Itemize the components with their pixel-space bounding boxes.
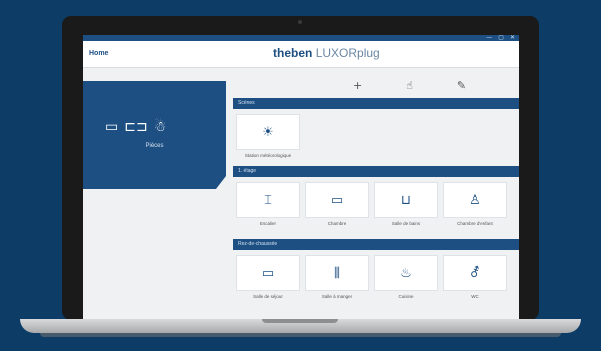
tile-chambre[interactable]: ▭ [305, 182, 369, 218]
tile-label-chambre: Chambre [327, 221, 347, 226]
laptop-shadow [40, 333, 561, 337]
section-header-scenes: Scènes [233, 98, 519, 109]
nav-icon-group: ▭ ⊏⊐ ☃ [105, 119, 166, 135]
bed-icon: ⊏⊐ [124, 119, 148, 135]
tile-label-weather-station: Station météorologique [244, 153, 292, 158]
tile-cuisine[interactable]: ♨ [374, 255, 438, 291]
tile-chambre-enfant[interactable]: ♙ [443, 182, 507, 218]
plus-icon[interactable]: + [353, 79, 362, 92]
tile-salle-a-manger[interactable]: ⫼ [305, 255, 369, 291]
tile-wc[interactable]: ⚦ [443, 255, 507, 291]
tv-icon: ▭ [261, 265, 275, 281]
cutlery-icon: ⫼ [334, 265, 340, 281]
wc-icon: ⚦ [469, 265, 481, 281]
nav-label: Pièces [145, 143, 164, 149]
bathtub-icon: ⊔ [400, 192, 412, 208]
staircase-icon: ⌶ [264, 192, 272, 208]
brand-product: LUXORplug [315, 46, 380, 60]
tile-label-salle-de-bains: Salle de bains [391, 221, 421, 226]
laptop-notch [262, 319, 338, 323]
brand-name: theben [273, 46, 313, 60]
tile-salle-de-bains[interactable]: ⊔ [374, 182, 438, 218]
section-header-ground-floor: Rez-de-chaussée [233, 239, 519, 250]
bed-icon: ▭ [330, 192, 344, 208]
tile-escalier[interactable]: ⌶ [236, 182, 300, 218]
main-content: ▭ ⊏⊐ ☃ Pièces + ☝ ✎ Scènes ☀ Station mét… [83, 68, 519, 321]
toolbar: + ☝ ✎ [353, 79, 466, 92]
brand-logo: theben LUXORplug [273, 46, 380, 60]
home-link[interactable]: Home [89, 50, 108, 57]
section-header-first-floor: 1. étage [233, 166, 519, 177]
tile-label-wc: WC [471, 294, 479, 299]
tv-icon: ▭ [105, 119, 119, 135]
tile-weather-station[interactable]: ☀ [236, 114, 300, 150]
kitchen-icon: ♨ [400, 265, 412, 281]
rooms-nav-panel[interactable]: ▭ ⊏⊐ ☃ Pièces [83, 81, 226, 189]
app-screen: — ▢ ✕ Home theben LUXORplug ▭ ⊏⊐ ☃ Pièce… [83, 35, 519, 321]
tile-label-salle-de-sejour: Salle de séjour [253, 294, 283, 299]
tile-label-escalier: Escalier [259, 221, 276, 226]
child-icon: ♙ [469, 192, 481, 208]
tile-label-cuisine: Cuisine [398, 294, 414, 299]
weather-station-icon: ☀ [262, 124, 274, 140]
app-header: Home theben LUXORplug [83, 41, 519, 68]
person-icon: ☃ [153, 119, 167, 135]
pencil-icon[interactable]: ✎ [457, 79, 466, 92]
tile-label-chambre-enfant: Chambre d'enfant [457, 221, 493, 226]
hand-icon[interactable]: ☝ [406, 79, 413, 92]
tile-salle-de-sejour[interactable]: ▭ [236, 255, 300, 291]
webcam [298, 20, 302, 24]
tile-label-salle-a-manger: Salle à manger [321, 294, 353, 299]
